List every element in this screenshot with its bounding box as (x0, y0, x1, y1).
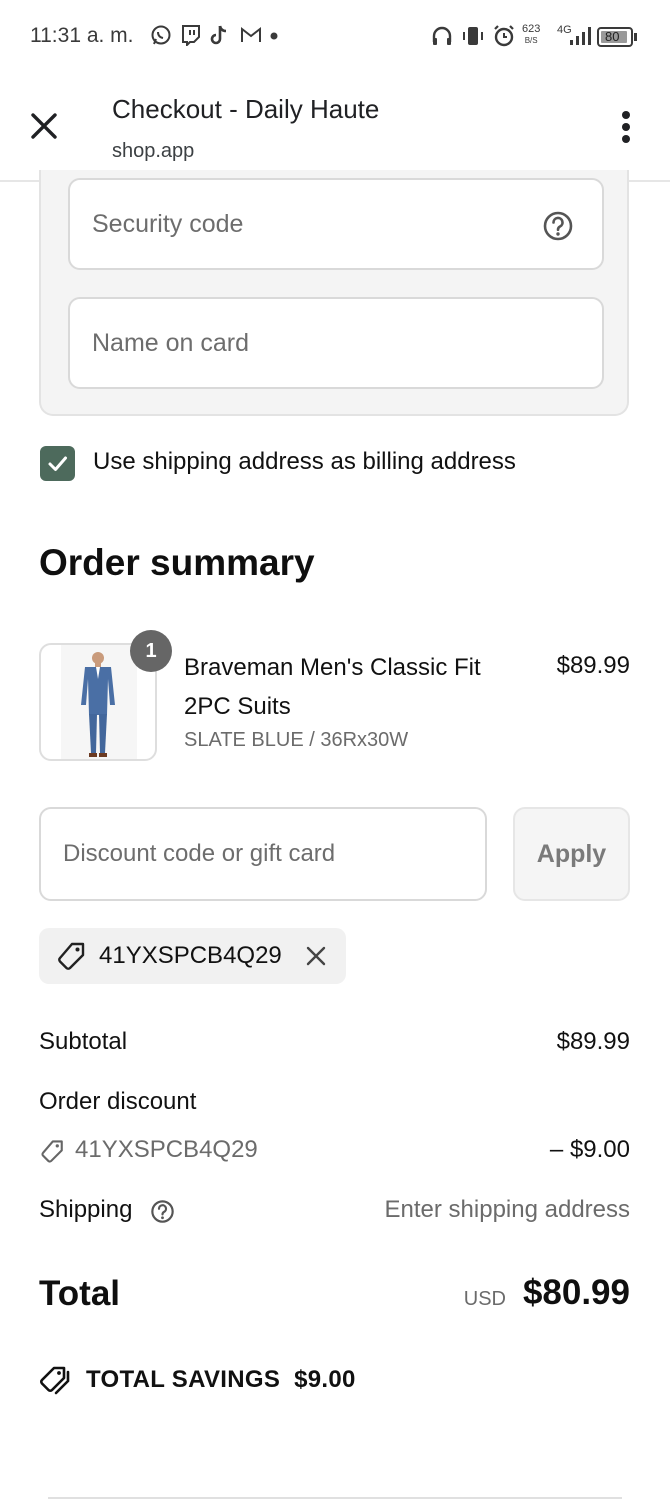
battery-tip (634, 33, 637, 41)
order-summary-heading: Order summary (39, 542, 315, 583)
product-price: $89.99 (556, 652, 630, 679)
total-savings-label: TOTAL SAVINGS (86, 1366, 281, 1393)
vibrate-icon (463, 27, 483, 45)
total-savings: TOTAL SAVINGS $9.00 (86, 1366, 356, 1394)
gmail-icon (241, 26, 261, 42)
apply-button[interactable]: Apply (513, 807, 630, 901)
close-icon[interactable] (28, 110, 60, 142)
security-code-field[interactable]: Security code (68, 178, 604, 270)
name-on-card-field[interactable]: Name on card (68, 297, 604, 389)
checkmark-icon (48, 456, 67, 471)
product-name: Braveman Men's Classic Fit 2PC Suits (184, 654, 481, 720)
remove-discount-icon[interactable] (305, 945, 327, 967)
signal-icon (570, 27, 591, 45)
shipping-value: Enter shipping address (384, 1196, 630, 1223)
order-discount-label: Order discount (39, 1088, 197, 1115)
page-url: shop.app (112, 140, 195, 162)
savings-tags-icon (40, 1366, 70, 1395)
applied-discount-chip: 41YXSPCB4Q29 (39, 928, 346, 984)
net-speed-readout: 623 B/S (522, 24, 540, 46)
twitch-icon (182, 25, 200, 46)
subtotal-label: Subtotal (39, 1028, 128, 1055)
applied-discount-code: 41YXSPCB4Q29 (99, 942, 282, 969)
billing-address-label[interactable]: Use shipping address as billing address (93, 448, 516, 476)
more-notifications-dot-icon (270, 32, 278, 40)
total-savings-value: $9.00 (294, 1366, 356, 1393)
discount-tag-icon (41, 1140, 63, 1163)
order-discount-code: 41YXSPCB4Q29 (75, 1136, 258, 1163)
quantity-badge: 1 (130, 630, 172, 672)
custom-tab-header: Checkout - Daily Haute shop.app (0, 76, 670, 182)
divider (48, 1497, 622, 1499)
page-title: Checkout - Daily Haute (112, 94, 380, 124)
battery-icon: 80 (597, 27, 633, 47)
security-code-placeholder: Security code (92, 210, 244, 238)
shipping-help-icon[interactable] (150, 1199, 175, 1224)
total-label: Total (39, 1274, 121, 1313)
discount-code-placeholder: Discount code or gift card (63, 840, 336, 867)
battery-level: 80 (605, 29, 620, 44)
payment-card-panel: Security code Name on card (39, 170, 629, 416)
product-variant: SLATE BLUE / 36Rx30W (184, 729, 409, 751)
whatsapp-icon (151, 25, 171, 45)
net-speed-value: 623 (522, 23, 541, 35)
total-currency: USD (463, 1288, 506, 1310)
more-options-icon[interactable] (620, 110, 632, 144)
tiktok-icon (210, 25, 227, 45)
status-time: 11:31 a. m. (30, 24, 134, 47)
status-bar: 11:31 a. m. 623 B/S 4G 80 (0, 0, 670, 76)
discount-code-input[interactable]: Discount code or gift card (39, 807, 487, 901)
total-value: $80.99 (522, 1273, 630, 1312)
tag-icon (58, 942, 85, 970)
subtotal-value: $89.99 (556, 1028, 630, 1055)
help-icon[interactable] (542, 210, 574, 242)
order-discount-value: – $9.00 (549, 1136, 630, 1163)
name-on-card-placeholder: Name on card (92, 329, 250, 357)
net-speed-unit: B/S (524, 36, 538, 45)
shipping-label: Shipping (39, 1196, 133, 1223)
alarm-icon (494, 25, 514, 47)
billing-address-checkbox[interactable] (40, 446, 75, 481)
headphones-icon (432, 26, 452, 45)
